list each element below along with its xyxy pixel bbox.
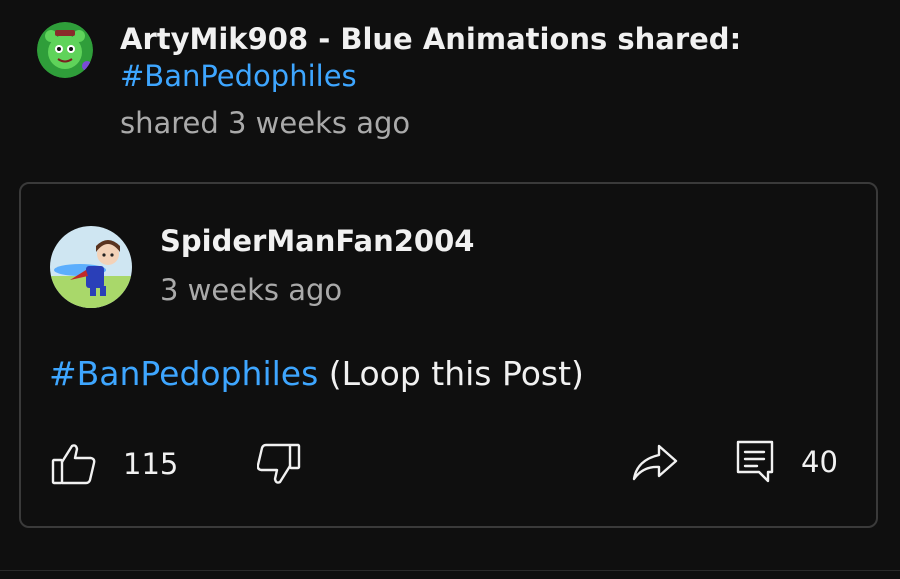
comment-icon — [735, 439, 775, 485]
thumbs-down-icon — [257, 442, 301, 486]
post-hashtag-link[interactable]: #BanPedophiles — [49, 354, 318, 393]
shared-timestamp: shared 3 weeks ago — [120, 106, 411, 140]
dislike-button[interactable] — [257, 442, 301, 486]
comment-button[interactable]: 40 — [735, 439, 838, 485]
comment-count: 40 — [801, 445, 838, 479]
shared-post-card[interactable]: SpiderManFan2004 3 weeks ago #BanPedophi… — [19, 182, 878, 528]
share-button[interactable] — [631, 442, 679, 482]
post-author-name[interactable]: SpiderManFan2004 — [160, 224, 474, 258]
bottom-divider — [0, 570, 900, 571]
like-button[interactable]: 115 — [51, 442, 178, 486]
sharer-name[interactable]: ArtyMik908 - Blue Animations shared: — [120, 22, 741, 56]
post-text-body: (Loop this Post) — [318, 354, 584, 393]
share-arrow-icon — [631, 442, 679, 482]
like-count: 115 — [123, 447, 179, 481]
author-avatar[interactable] — [50, 226, 132, 308]
sharer-avatar[interactable] — [37, 22, 93, 78]
post-timestamp: 3 weeks ago — [160, 273, 343, 307]
thumbs-up-icon — [51, 442, 97, 486]
shared-hashtag-link[interactable]: #BanPedophiles — [120, 59, 357, 93]
post-text: #BanPedophiles (Loop this Post) — [49, 354, 584, 393]
